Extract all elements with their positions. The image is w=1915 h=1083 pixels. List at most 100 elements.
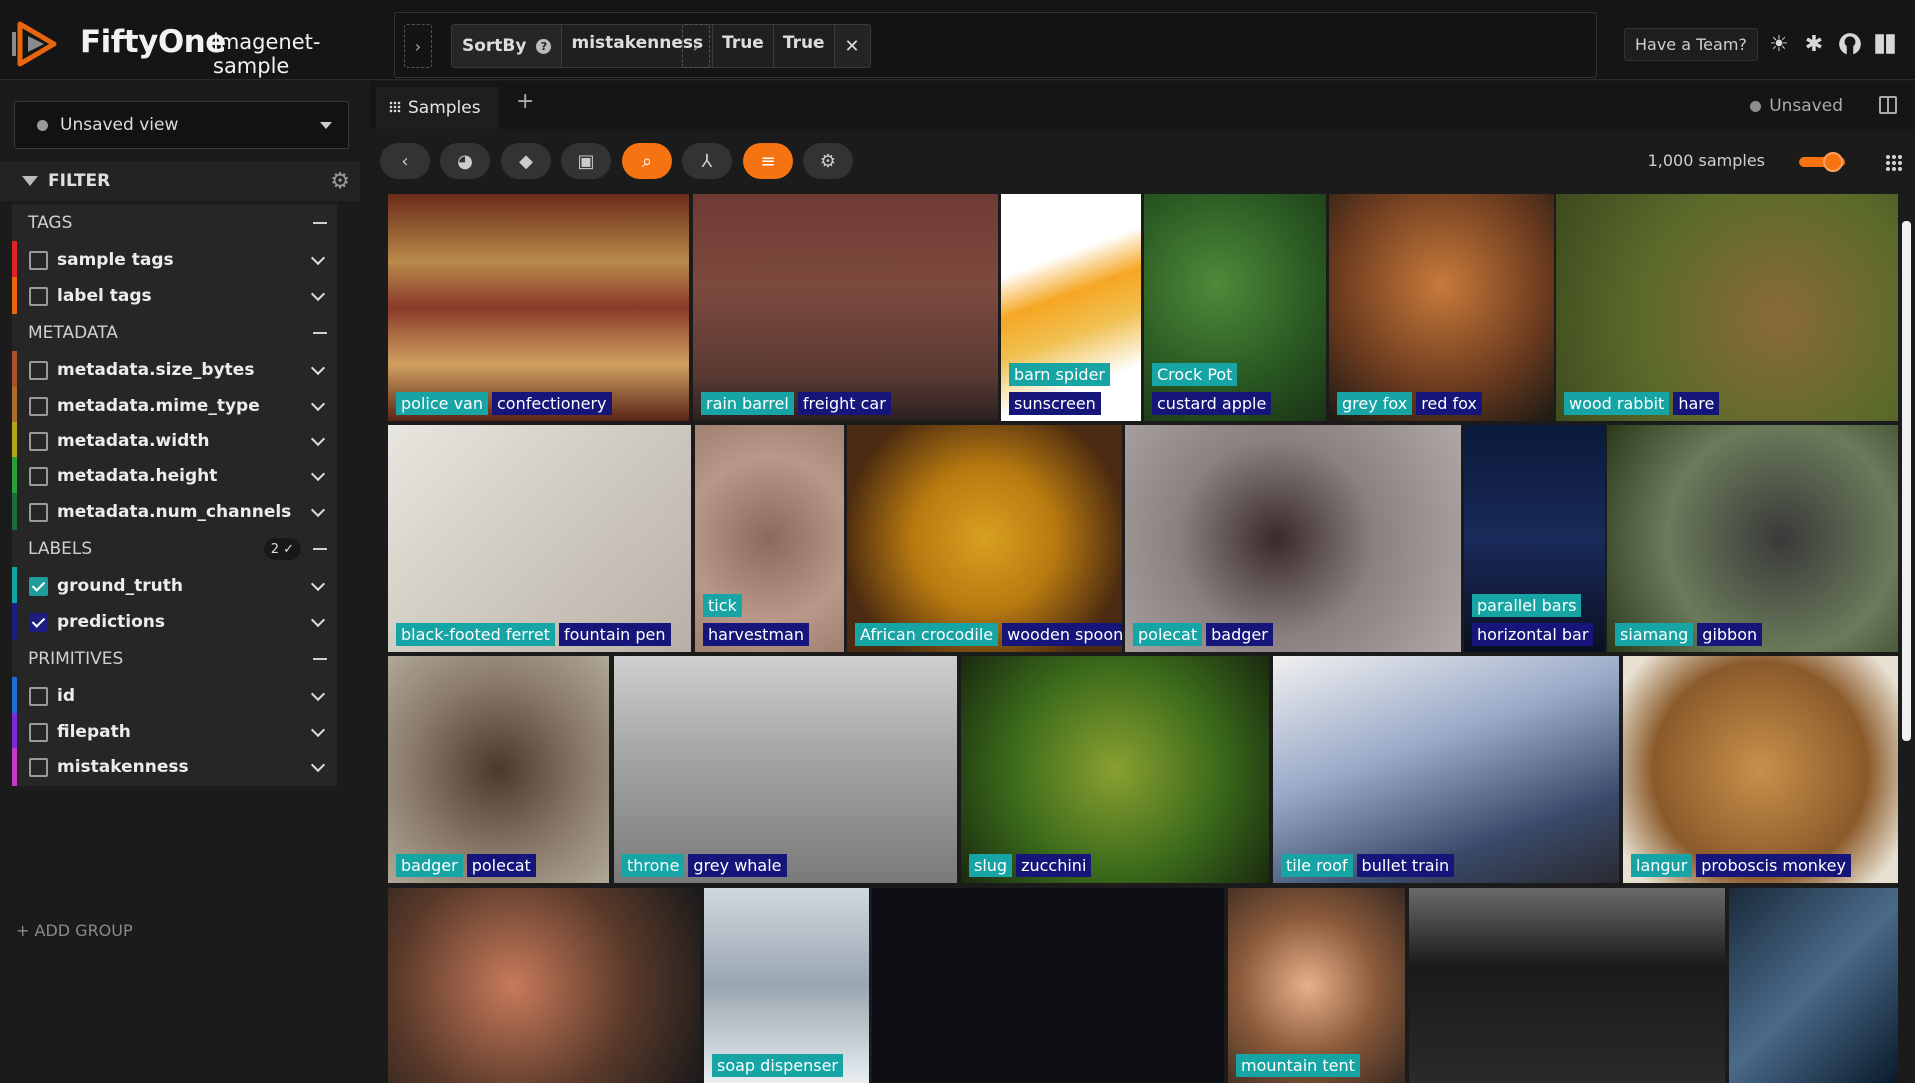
ground-truth-label[interactable]: mountain tent [1236,1054,1360,1077]
prediction-label[interactable]: badger [1206,623,1273,646]
field-label-tags[interactable]: label tags [12,277,337,315]
add-panel-button[interactable]: + [516,89,534,114]
view-bar[interactable]: › SortBy ? mistakenness True True ✕ › [394,12,1597,78]
view-stage-sortby[interactable]: SortBy ? mistakenness True True ✕ [451,24,871,68]
prediction-label[interactable]: proboscis monkey [1696,854,1851,877]
view-bar-expand-left-button[interactable]: › [404,24,432,68]
chevron-down-icon[interactable] [310,686,326,702]
ground-truth-label[interactable]: polecat [1133,623,1203,646]
checkbox-checked[interactable] [29,613,48,632]
patches-icon[interactable]: ▣ [561,143,611,179]
ground-truth-label[interactable]: parallel bars [1472,594,1582,617]
chevron-down-icon[interactable] [310,250,326,266]
slack-icon[interactable]: ✱ [1801,31,1827,57]
chevron-down-icon[interactable] [310,431,326,447]
checkbox[interactable] [29,397,48,416]
collapse-icon[interactable] [313,222,327,224]
ground-truth-label[interactable]: tile roof [1281,854,1353,877]
field-metadata-mime-type[interactable]: metadata.mime_type [12,387,337,425]
checkbox[interactable] [29,503,48,522]
field-metadata-width[interactable]: metadata.width [12,422,337,460]
slider-knob[interactable] [1823,152,1843,172]
sample-tile[interactable]: police van confectionery [388,194,689,421]
stage-param-create-index[interactable]: True [772,25,834,67]
sample-tile[interactable]: throne grey whale [614,656,957,883]
group-metadata[interactable]: METADATA [12,314,337,352]
ground-truth-label[interactable]: slug [969,854,1013,877]
ground-truth-label[interactable]: police van [396,392,488,415]
sample-tile[interactable]: Crock Pot custard apple [1144,194,1326,421]
sample-tile[interactable]: siamang gibbon [1607,425,1898,652]
ground-truth-label[interactable]: langur [1631,854,1693,877]
sample-tile[interactable]: langur proboscis monkey [1623,656,1898,883]
field-metadata-height[interactable]: metadata.height [12,457,337,495]
chevron-down-icon[interactable] [310,360,326,376]
field-sample-tags[interactable]: sample tags [12,241,337,279]
chevron-down-icon[interactable] [310,466,326,482]
ground-truth-label[interactable]: African crocodile [855,623,999,646]
remove-stage-button[interactable]: ✕ [833,25,870,67]
sample-tile[interactable]: soap dispenser [704,888,869,1083]
ground-truth-label[interactable]: badger [396,854,463,877]
checkbox[interactable] [29,287,48,306]
prediction-label[interactable]: horizontal bar [1472,623,1594,646]
back-button[interactable]: ‹ [380,143,430,179]
prediction-label[interactable]: gibbon [1697,623,1763,646]
ground-truth-label[interactable]: wood rabbit [1564,392,1670,415]
view-bar-expand-right-button[interactable]: › [682,24,710,68]
checkbox[interactable] [29,758,48,777]
field-id[interactable]: id [12,677,337,715]
chevron-down-icon[interactable] [310,396,326,412]
checkbox[interactable] [29,687,48,706]
prediction-label[interactable]: hare [1673,392,1720,415]
group-labels[interactable]: LABELS 2 ✓ [12,530,337,568]
chevron-down-icon[interactable] [310,576,326,592]
grid-scrollbar[interactable] [1902,221,1911,741]
brand-name[interactable]: FiftyOne [80,24,226,60]
chevron-down-icon[interactable] [310,722,326,738]
ground-truth-label[interactable]: grey fox [1337,392,1413,415]
sample-tile[interactable]: barn spider sunscreen [1001,194,1141,421]
chevron-down-icon[interactable] [310,502,326,518]
book-icon[interactable] [1872,31,1898,57]
prediction-label[interactable]: fountain pen [558,623,671,646]
add-group-button[interactable]: + ADD GROUP [16,921,133,940]
checkbox[interactable] [29,467,48,486]
prediction-label[interactable]: red fox [1416,392,1482,415]
prediction-label[interactable]: harvestman [703,623,809,646]
field-predictions[interactable]: predictions [12,603,337,641]
checkbox[interactable] [29,361,48,380]
chevron-down-icon[interactable] [310,286,326,302]
ground-truth-label[interactable]: Crock Pot [1152,363,1238,386]
sample-tile[interactable]: badger polecat [388,656,609,883]
list-icon[interactable]: ≡ [743,143,793,179]
grid-zoom-icon[interactable] [1885,154,1903,172]
saved-view-select[interactable]: Unsaved view [14,101,349,149]
sample-tile[interactable]: wood rabbit hare [1556,194,1898,421]
fiftyone-logo-icon[interactable] [12,18,62,70]
prediction-label[interactable]: polecat [466,854,536,877]
gear-icon[interactable]: ⚙ [803,143,853,179]
tag-icon[interactable]: ◆ [501,143,551,179]
chevron-down-icon[interactable] [310,757,326,773]
checkbox[interactable] [29,723,48,742]
sample-tile[interactable]: polecat badger [1125,425,1461,652]
sample-tile[interactable]: slug zucchini [961,656,1269,883]
ground-truth-label[interactable]: throne [622,854,685,877]
field-mistakenness[interactable]: mistakenness [12,748,337,786]
field-ground-truth[interactable]: ground_truth [12,567,337,605]
sample-tile[interactable] [1409,888,1725,1083]
group-tags[interactable]: TAGS [12,204,337,242]
github-icon[interactable] [1837,31,1863,57]
checkbox[interactable] [29,251,48,270]
prediction-label[interactable]: grey whale [688,854,787,877]
search-icon[interactable]: ⌕ [622,143,672,179]
field-metadata-num-channels[interactable]: metadata.num_channels [12,493,337,531]
prediction-label[interactable]: confectionery [491,392,612,415]
labels-count-badge[interactable]: 2 ✓ [263,538,301,560]
prediction-label[interactable]: zucchini [1016,854,1092,877]
ground-truth-label[interactable]: tick [703,594,742,617]
ground-truth-label[interactable]: barn spider [1009,363,1110,386]
sample-tile[interactable]: black-footed ferret fountain pen [388,425,691,652]
collapse-icon[interactable] [313,548,327,550]
